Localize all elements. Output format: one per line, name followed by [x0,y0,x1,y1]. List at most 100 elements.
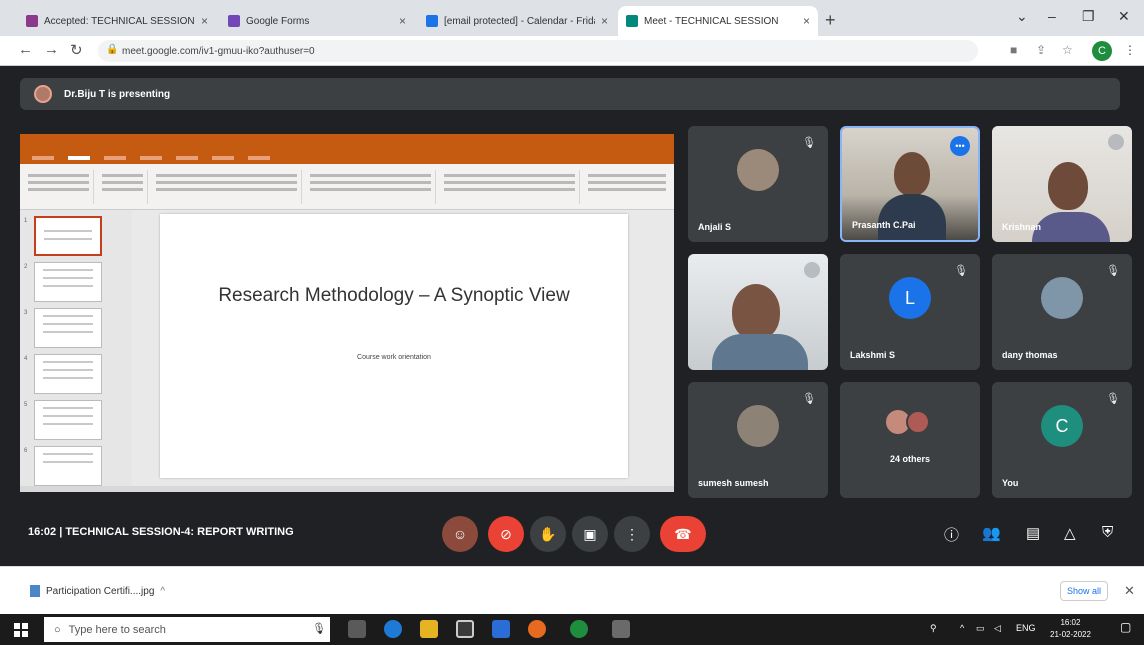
participant-tile[interactable]: ••• Prasanth C.Pai [840,126,980,242]
tab-search-icon[interactable]: ⌄ [1016,8,1028,25]
chrome-icon[interactable] [570,620,588,638]
address-bar[interactable]: 🔒 meet.google.com/iv1-gmuu-iko?authuser=… [98,40,978,62]
windows-start-icon[interactable] [14,623,28,637]
taskbar-clock[interactable]: 16:02 21-02-2022 [1050,617,1091,641]
close-download-bar-icon[interactable]: ✕ [1124,583,1135,599]
participant-tile[interactable]: 🎙 sumesh sumesh [688,382,828,498]
language-indicator[interactable]: ENG [1016,623,1036,633]
slide-thumbnail [34,446,102,486]
participant-tile[interactable]: 🎙 dany thomas [992,254,1132,370]
more-options-icon[interactable] [804,262,820,278]
profile-avatar[interactable]: C [1092,41,1112,61]
volume-icon[interactable]: ◁ [994,623,1001,634]
others-count: 24 others [889,454,931,464]
meet-stage: Dr.Biju T is presenting 1 2 3 4 5 6 Rese… [0,66,1144,566]
firefox-icon[interactable] [528,620,546,638]
more-options-icon[interactable] [1108,134,1124,150]
participant-avatar [1041,277,1083,320]
close-tab-icon[interactable]: × [803,14,810,28]
url-text: meet.google.com/iv1-gmuu-iko?authuser=0 [122,45,315,57]
close-window-button[interactable]: ✕ [1118,8,1130,25]
participant-tile[interactable] [688,254,828,370]
camera-icon[interactable]: ■ [1010,43,1017,57]
participant-name: Lakshmi S [850,350,896,360]
tab-accepted[interactable]: Accepted: TECHNICAL SESSION × [18,6,216,36]
participant-avatar [737,149,779,192]
browser-tab-strip: Accepted: TECHNICAL SESSION × Google For… [0,0,1144,36]
people-icon[interactable]: 👥 [982,524,1001,542]
participant-tile[interactable]: 🎙 Anjali S [688,126,828,242]
reactions-button[interactable]: ☺ [442,516,478,552]
slide-thumbnail [34,216,102,256]
participant-name: dany thomas [1002,350,1058,360]
forward-button[interactable]: → [44,41,59,58]
others-tile[interactable]: 24 others [840,382,980,498]
participant-name: Anjali S [698,222,732,232]
file-explorer-icon[interactable] [420,620,438,638]
host-controls-icon[interactable]: ⛨ [1102,524,1113,541]
participant-face [1048,162,1088,210]
info-icon[interactable]: ⓘ [944,524,959,545]
mail-icon[interactable] [492,620,510,638]
participant-tile[interactable]: Krishnan [992,126,1132,242]
minimize-button[interactable]: – [1048,8,1056,24]
slide-title: Research Methodology – A Synoptic View [218,285,570,306]
store-icon[interactable] [456,620,474,638]
tab-calendar[interactable]: [email protected] - Calendar - Frida × [418,6,616,36]
people-tray-icon[interactable]: ⚲ [930,623,937,634]
close-tab-icon[interactable]: × [399,14,406,28]
share-icon[interactable]: ⇪ [1036,43,1046,57]
leave-call-button[interactable]: ☎ [660,516,706,552]
tab-meet[interactable]: Meet - TECHNICAL SESSION × [618,6,818,36]
self-tile[interactable]: C 🎙 You [992,382,1132,498]
mic-off-icon: 🎙 [802,137,816,149]
powerpoint-ribbon [20,164,674,210]
download-item[interactable]: Participation Certifi....jpg ^ [30,585,165,597]
participant-tile[interactable]: L 🎙 Lakshmi S [840,254,980,370]
new-tab-button[interactable]: + [825,10,836,31]
shared-screen: 1 2 3 4 5 6 Research Methodology – A Syn… [20,134,674,492]
search-placeholder: Type here to search [68,623,166,636]
more-options-button[interactable]: ⋮ [614,516,650,552]
slide-thumbnail [34,400,102,440]
network-icon[interactable]: ▭ [976,623,985,634]
tab-google-forms[interactable]: Google Forms × [220,6,414,36]
microphone-icon[interactable]: 🎙 [312,622,326,635]
show-all-button[interactable]: Show all [1060,581,1108,601]
bookmark-star-icon[interactable]: ☆ [1062,43,1073,57]
slide-thumbnail [34,262,102,302]
participant-name: Prasanth C.Pai [852,220,916,230]
powerpoint-ribbon-tabs [20,152,674,164]
back-button[interactable]: ← [18,41,33,58]
meeting-controls: 16:02 | TECHNICAL SESSION-4: REPORT WRIT… [0,500,1144,566]
activities-icon[interactable]: △ [1064,524,1076,542]
app-icon[interactable] [612,620,630,638]
present-screen-button[interactable]: ▣ [572,516,608,552]
task-view-icon[interactable] [348,620,366,638]
taskbar-search[interactable]: ○ Type here to search [44,617,330,642]
presenter-banner: Dr.Biju T is presenting [20,78,1120,110]
raise-hand-button[interactable]: ✋ [530,516,566,552]
lock-icon: 🔒 [106,44,119,55]
notifications-icon[interactable]: ▢ [1120,620,1131,634]
calendar-favicon-icon [426,15,438,27]
presenter-text: Dr.Biju T is presenting [64,88,171,100]
meeting-info: 16:02 | TECHNICAL SESSION-4: REPORT WRIT… [28,526,294,538]
show-hidden-icons[interactable]: ^ [960,623,964,633]
close-tab-icon[interactable]: × [201,14,208,28]
tab-title: Accepted: TECHNICAL SESSION [44,15,195,27]
chevron-up-icon[interactable]: ^ [160,586,165,597]
camera-off-button[interactable]: ⊘ [488,516,524,552]
edge-icon[interactable] [384,620,402,638]
powerpoint-status-bar [20,486,674,492]
image-file-icon [30,585,40,597]
close-tab-icon[interactable]: × [601,14,608,28]
download-filename: Participation Certifi....jpg [46,585,155,597]
maximize-button[interactable]: ❐ [1082,8,1095,25]
participant-name: You [1002,478,1019,488]
reload-button[interactable]: ↻ [70,41,83,59]
browser-menu-icon[interactable]: ⋮ [1124,43,1136,57]
tab-title: Meet - TECHNICAL SESSION [644,15,779,27]
mic-off-icon: 🎙 [1106,265,1120,277]
chat-icon[interactable]: ▤ [1026,524,1040,542]
